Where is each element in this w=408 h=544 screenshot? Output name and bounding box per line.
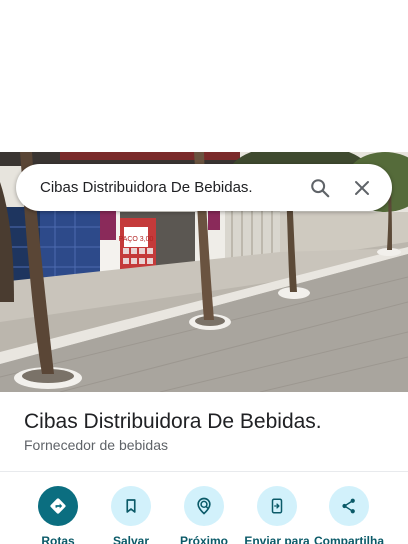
save-label: Salvar	[112, 534, 150, 544]
storefront-sign: PAÇO 3,00	[119, 236, 154, 243]
search-bar[interactable]: Cibas Distribuidora De Bebidas.	[16, 164, 392, 211]
directions-label: Rotas	[41, 534, 75, 544]
share-label: Compartilha	[313, 534, 384, 544]
search-input[interactable]: Cibas Distribuidora De Bebidas.	[40, 179, 302, 196]
nearby-button[interactable]: Próximo	[164, 486, 244, 544]
send-to-phone-button[interactable]: Enviar para	[237, 486, 317, 544]
clear-button[interactable]	[344, 170, 380, 206]
nearby-icon	[197, 497, 211, 515]
directions-button[interactable]: Rotas	[18, 486, 98, 544]
search-button[interactable]	[302, 170, 338, 206]
send-to-phone-label: Enviar para	[244, 534, 310, 544]
close-icon	[355, 180, 369, 195]
send-to-phone-icon	[271, 498, 283, 514]
place-category: Fornecedor de bebidas	[24, 437, 168, 453]
place-title: Cibas Distribuidora De Bebidas.	[24, 410, 322, 433]
search-icon	[311, 178, 330, 197]
divider	[0, 471, 408, 472]
action-bar: Rotas Salvar Próximo Enviar para Compart…	[0, 486, 408, 544]
share-button[interactable]: Compartilha	[309, 486, 389, 544]
directions-icon	[50, 498, 66, 514]
share-icon	[342, 498, 355, 514]
save-button[interactable]: Salvar	[91, 486, 171, 544]
bookmark-icon	[126, 499, 136, 513]
nearby-label: Próximo	[179, 534, 228, 544]
